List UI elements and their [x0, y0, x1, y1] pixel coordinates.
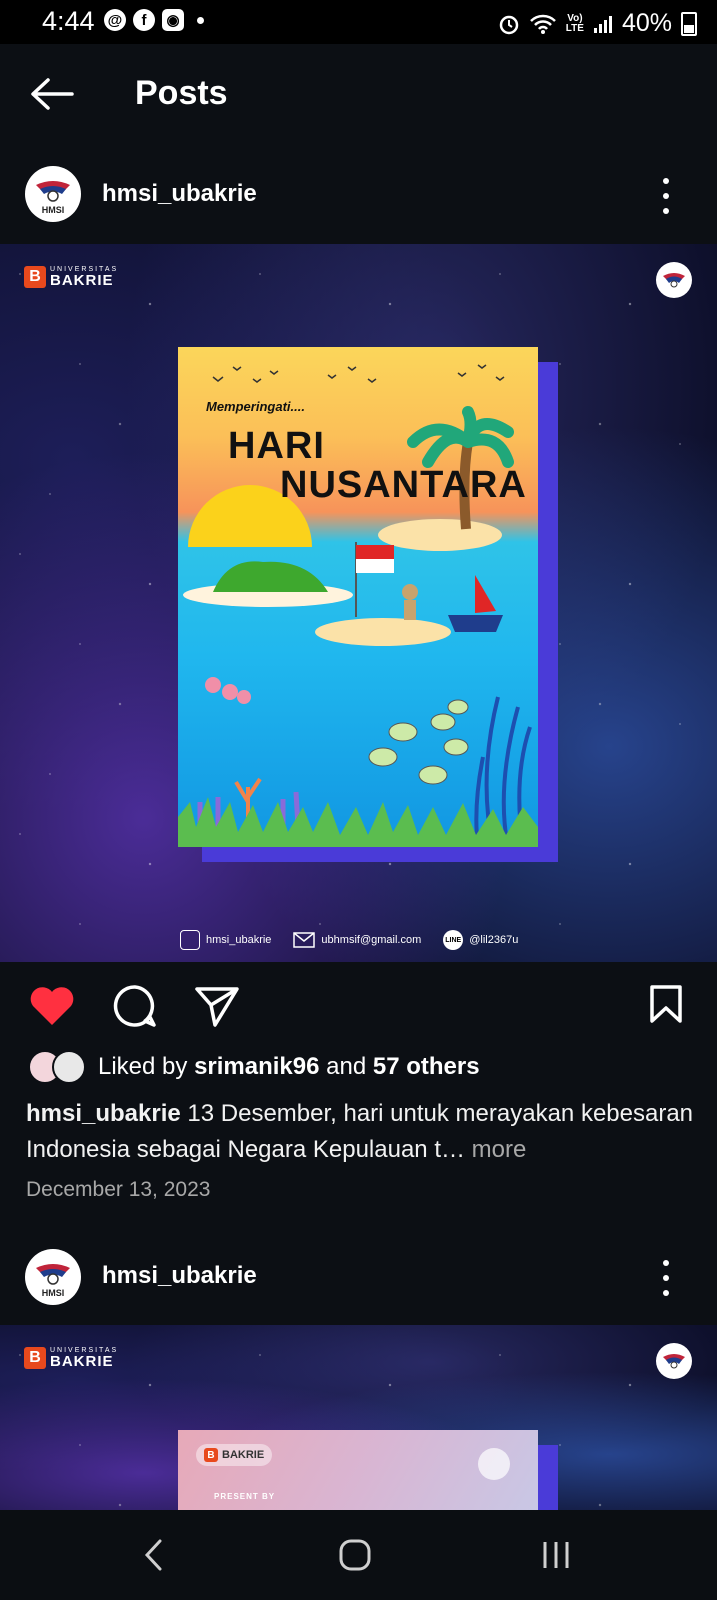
caption-username[interactable]: hmsi_ubakrie [26, 1100, 181, 1127]
volte-indicator: Vo) LTE [565, 12, 584, 34]
instagram-icon: ◉ [162, 9, 184, 31]
contact-instagram-text: hmsi_ubakrie [206, 934, 272, 946]
contact-line-text: @lil2367u [469, 934, 519, 946]
page-title: Posts [135, 74, 228, 112]
like-heart-icon[interactable] [28, 985, 76, 1027]
liker-avatars [28, 1050, 86, 1084]
poster-title-line1: HARI [228, 425, 325, 467]
poster-brand-pill: B BAKRIE [196, 1444, 273, 1466]
status-time: 4:44 [42, 6, 95, 36]
battery-percent: 40% [621, 9, 672, 37]
alarm-icon [499, 15, 519, 34]
bakrie-b-icon: B [204, 1448, 218, 1462]
post-date: December 13, 2023 [26, 1178, 211, 1201]
svg-text:HMSI: HMSI [42, 205, 65, 215]
brand-big-text: BAKRIE [50, 1353, 114, 1370]
comment-icon[interactable] [112, 983, 158, 1029]
post-options-icon[interactable] [659, 1260, 673, 1296]
caption-more-button[interactable]: more [472, 1136, 527, 1163]
instagram-icon [180, 930, 200, 950]
hmsi-logo-icon: HMSI [36, 1264, 70, 1298]
liker-avatar [52, 1050, 86, 1084]
hari-nusantara-poster: Memperingati.... HARI NUSANTARA [178, 347, 538, 847]
liked-by-and: and [326, 1053, 367, 1080]
contact-email-text: ubhmsif@gmail.com [321, 934, 422, 946]
poster-subtitle: Memperingati.... [206, 399, 305, 414]
poster-contacts: hmsi_ubakrie ubhmsif@gmail.com LINE @lil… [180, 930, 518, 950]
hmsi-logo-icon: HMSI [36, 181, 70, 215]
status-right: Vo) LTE 40% [498, 9, 697, 38]
liked-by-user[interactable]: srimanik96 [194, 1053, 319, 1080]
post-author-avatar[interactable]: HMSI [25, 1249, 81, 1305]
present-by-poster: B BAKRIE PRESENT BY [178, 1430, 538, 1510]
post-caption: hmsi_ubakrie 13 Desember, hari untuk mer… [26, 1096, 696, 1168]
battery-icon [681, 11, 697, 36]
nav-back-icon[interactable] [142, 1538, 166, 1572]
notification-icons: @ f ◉ [104, 9, 204, 31]
facebook-icon: f [133, 9, 155, 31]
line-icon: LINE [443, 930, 464, 950]
post-author-avatar[interactable]: HMSI [25, 166, 81, 222]
post-options-icon[interactable] [659, 178, 673, 214]
post-author-username[interactable]: hmsi_ubakrie [102, 180, 257, 208]
likes-summary[interactable]: Liked by srimanik96 and 57 others [28, 1050, 480, 1084]
hmsi-badge-icon [656, 262, 692, 298]
contact-line: LINE @lil2367u [443, 930, 518, 950]
system-nav-bar [0, 1510, 717, 1600]
contact-email: ubhmsif@gmail.com [293, 932, 421, 948]
bakrie-b-icon: B [24, 266, 46, 288]
threads-icon: @ [104, 9, 126, 31]
svg-text:HMSI: HMSI [42, 1288, 65, 1298]
post-author-username[interactable]: hmsi_ubakrie [102, 1262, 257, 1290]
liked-by-label: Liked by [98, 1053, 188, 1080]
hmsi-badge-icon [478, 1448, 510, 1480]
nav-home-icon[interactable] [338, 1538, 372, 1572]
poster-brand-text: BAKRIE [222, 1449, 265, 1461]
mail-icon [293, 932, 316, 948]
back-arrow-icon[interactable] [28, 76, 76, 112]
post-image[interactable]: B UNIVERSITAS BAKRIE Memperingati.... HA… [0, 244, 717, 962]
poster-illustration [178, 364, 538, 847]
brand-big-text: BAKRIE [50, 272, 114, 289]
top-app-bar: Posts [0, 44, 717, 144]
poster-present-by: PRESENT BY [214, 1492, 276, 1501]
poster-title-line2: NUSANTARA [280, 464, 527, 506]
hmsi-badge-icon [656, 1343, 692, 1379]
universitas-bakrie-logo: B UNIVERSITAS BAKRIE [24, 1347, 118, 1369]
nav-recents-icon[interactable] [540, 1540, 572, 1570]
universitas-bakrie-logo: B UNIVERSITAS BAKRIE [24, 266, 118, 288]
post-image[interactable]: B UNIVERSITAS BAKRIE B BAKRIE PRESENT BY [0, 1325, 717, 1510]
share-send-icon[interactable] [194, 985, 240, 1027]
signal-icon [593, 15, 612, 33]
wifi-icon [529, 14, 556, 34]
bakrie-b-icon: B [24, 1347, 46, 1369]
more-notifications-dot [197, 16, 204, 24]
contact-instagram: hmsi_ubakrie [180, 930, 271, 950]
status-bar: 4:44 @ f ◉ Vo) LTE 40% [0, 0, 717, 44]
save-bookmark-icon[interactable] [648, 984, 684, 1024]
liked-by-others[interactable]: 57 others [373, 1053, 480, 1080]
